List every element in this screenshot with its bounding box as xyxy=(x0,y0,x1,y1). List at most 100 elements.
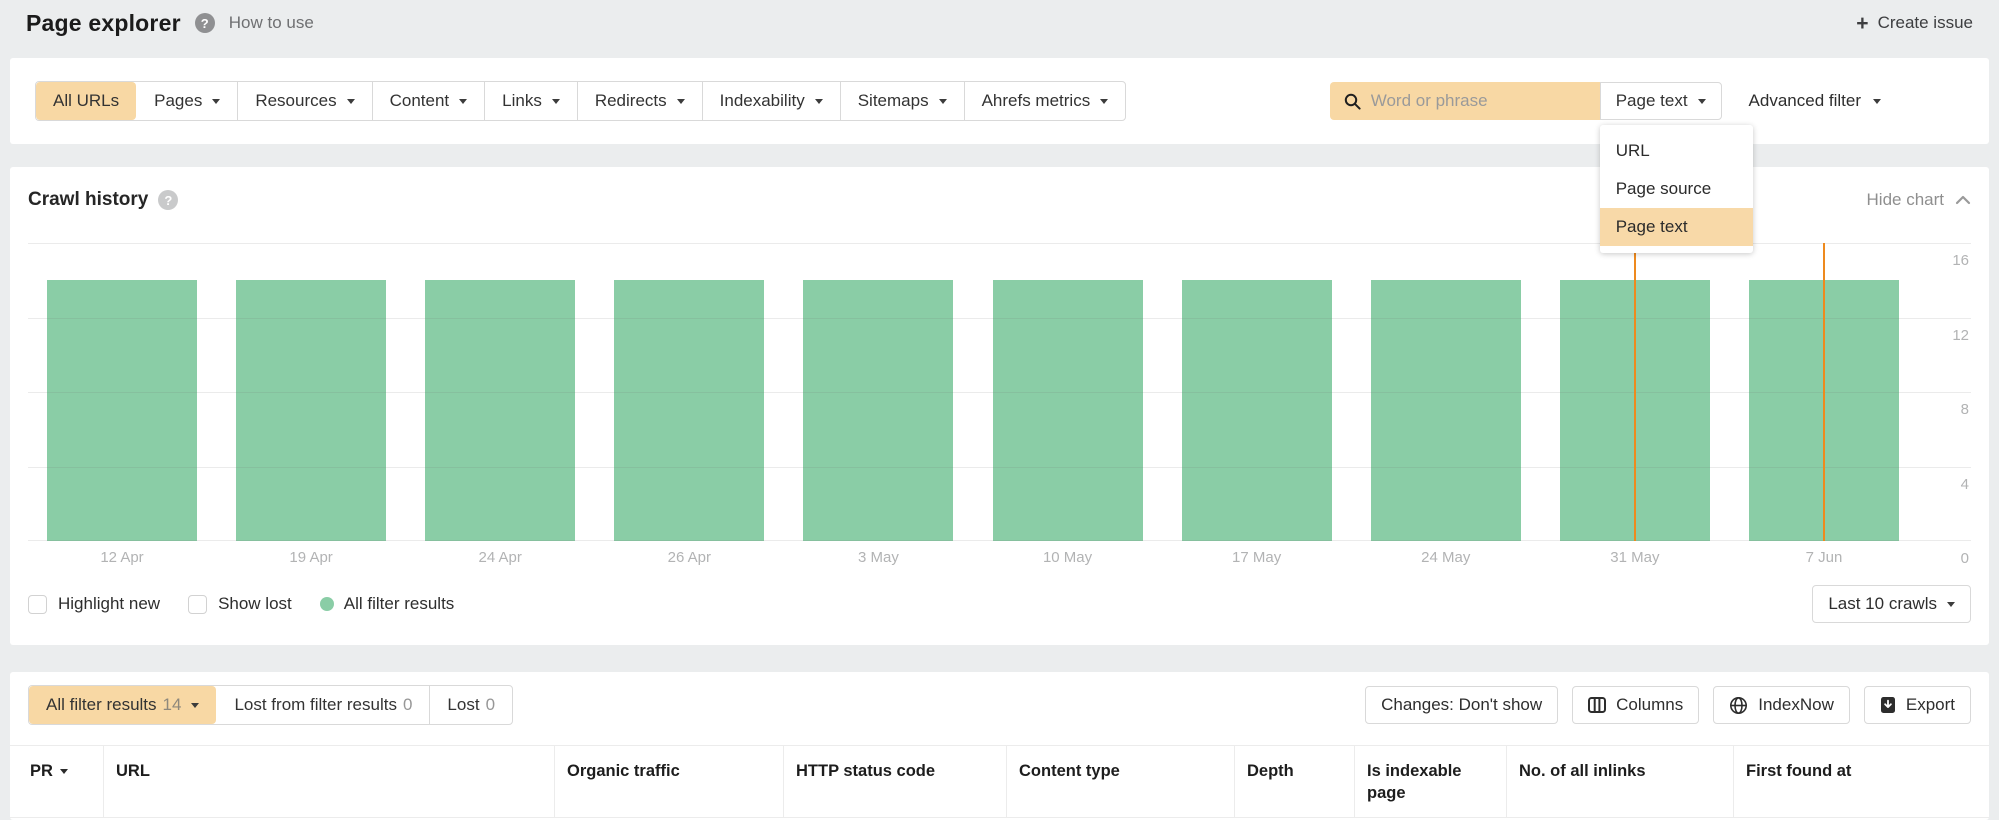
caret-down-icon xyxy=(1947,601,1955,607)
bar-fill xyxy=(614,280,765,541)
checkbox-icon[interactable] xyxy=(188,594,208,614)
filter-tab-redirects[interactable]: Redirects xyxy=(576,82,702,120)
filter-tab-label: Indexability xyxy=(719,91,805,110)
column-header-label: PR xyxy=(30,762,53,780)
caret-down-icon xyxy=(1873,98,1881,104)
results-tab-lost-from-filter-results[interactable]: Lost from filter results 0 xyxy=(216,686,429,724)
column-header-url[interactable]: URL xyxy=(103,746,554,817)
advanced-filter-label: Advanced filter xyxy=(1748,91,1861,110)
dropdown-item-page-text[interactable]: Page text xyxy=(1599,208,1753,246)
export-button[interactable]: Export xyxy=(1863,686,1971,724)
column-header-http-status-code[interactable]: HTTP status code xyxy=(783,746,1006,817)
dropdown-item-url[interactable]: URL xyxy=(1600,132,1753,170)
filter-tab-label: Resources xyxy=(255,91,337,110)
x-axis-label: 7 Jun xyxy=(1805,549,1843,566)
column-header-pr[interactable]: PR xyxy=(10,746,103,817)
question-circle-icon[interactable] xyxy=(158,190,179,210)
column-header-label: No. of all inlinks xyxy=(1519,762,1646,780)
caret-down-icon xyxy=(212,98,221,104)
filter-tab-label: Redirects xyxy=(594,91,667,110)
results-tab-label: Lost from filter results xyxy=(234,695,397,714)
filter-tab-label: All URLs xyxy=(53,91,120,110)
question-circle-icon[interactable] xyxy=(194,13,215,33)
column-header-label: Depth xyxy=(1247,762,1294,780)
export-icon xyxy=(1880,697,1895,713)
crawl-marker-line xyxy=(1633,243,1636,541)
gridline xyxy=(28,317,1971,319)
crawls-range-button[interactable]: Last 10 crawls xyxy=(1812,585,1971,623)
column-header-no-of-all-inlinks[interactable]: No. of all inlinks xyxy=(1506,746,1733,817)
crawl-marker-line xyxy=(1822,243,1825,541)
crawls-range-label: Last 10 crawls xyxy=(1828,594,1937,613)
column-header-label: HTTP status code xyxy=(796,762,936,780)
results-tab-count: 0 xyxy=(485,695,496,714)
indexnow-button[interactable]: IndexNow xyxy=(1713,686,1850,724)
search-icon xyxy=(1344,93,1361,110)
x-axis-label: 12 Apr xyxy=(100,549,144,566)
column-header-first-found-at[interactable]: First found at xyxy=(1733,746,1989,817)
column-header-is-indexable-page[interactable]: Is indexable page xyxy=(1354,746,1506,817)
results-tab-label: Lost xyxy=(447,695,480,714)
filter-tab-pages[interactable]: Pages xyxy=(136,82,237,120)
results-tab-lost[interactable]: Lost 0 xyxy=(429,686,512,724)
column-header-depth[interactable]: Depth xyxy=(1234,746,1354,817)
chart-footer: Highlight new Show lost All filter results… xyxy=(28,585,1971,623)
filter-tab-label: Pages xyxy=(154,91,203,110)
checkbox-highlight-new[interactable]: Highlight new xyxy=(28,594,160,614)
filter-tab-resources[interactable]: Resources xyxy=(237,82,371,120)
hide-chart-label: Hide chart xyxy=(1866,190,1944,209)
search-scope-label: Page text xyxy=(1615,91,1688,110)
url-filter-tab-group: All URLs Pages Resources Content Links Redire… xyxy=(35,81,1127,121)
legend-label: All filter results xyxy=(343,594,455,613)
advanced-filter-button[interactable]: Advanced filter xyxy=(1749,91,1881,111)
chevron-up-icon xyxy=(1955,195,1971,205)
filter-tab-ahrefs-metrics[interactable]: Ahrefs metrics xyxy=(963,82,1126,120)
checkbox-icon[interactable] xyxy=(28,594,47,614)
y-axis-label: 4 xyxy=(1960,475,1969,493)
create-issue-button[interactable]: Create issue xyxy=(1856,13,1973,34)
filter-tab-content[interactable]: Content xyxy=(371,82,485,120)
filter-tab-all-urls[interactable]: All URLs xyxy=(36,82,137,120)
results-tab-group: All filter results 14 Lost from filter res… xyxy=(28,685,514,725)
filter-tab-links[interactable]: Links xyxy=(484,82,577,120)
columns-icon xyxy=(1588,697,1607,713)
results-tab-all-filter-results[interactable]: All filter results 14 xyxy=(29,686,217,724)
x-axis-label: 17 May xyxy=(1232,549,1282,566)
filter-tab-sitemaps[interactable]: Sitemaps xyxy=(839,82,964,120)
hide-chart-button[interactable]: Hide chart xyxy=(1867,190,1971,210)
column-header-label: First found at xyxy=(1746,762,1852,780)
gridline xyxy=(28,392,1971,393)
search-scope-button[interactable]: Page text URL Page source Page text xyxy=(1599,82,1753,253)
table-controls: All filter results 14 Lost from filter res… xyxy=(28,685,1971,725)
caret-down-icon xyxy=(346,98,355,104)
filter-tab-indexability[interactable]: Indexability xyxy=(701,82,840,120)
bar-fill xyxy=(236,280,387,541)
y-axis-label: 0 xyxy=(1960,550,1969,567)
results-panel: All filter results 14 Lost from filter res… xyxy=(10,672,1989,820)
plus-icon xyxy=(1856,13,1868,34)
changes-don-t-show-button[interactable]: Changes: Don't show xyxy=(1365,686,1559,724)
columns-button[interactable]: Columns xyxy=(1572,686,1700,724)
how-to-use-link[interactable]: How to use xyxy=(229,13,314,33)
x-axis-label: 24 May xyxy=(1421,549,1471,566)
column-header-label: Is indexable page xyxy=(1367,762,1462,803)
search-box[interactable] xyxy=(1329,82,1600,120)
column-header-content-type[interactable]: Content type xyxy=(1006,746,1234,817)
bar-fill xyxy=(1181,280,1332,541)
filter-tab-label: Links xyxy=(502,91,542,110)
caret-down-icon xyxy=(814,98,823,104)
checkbox-show-lost[interactable]: Show lost xyxy=(188,594,292,614)
caret-down-icon xyxy=(1100,98,1109,104)
caret-down-icon xyxy=(551,98,560,104)
results-tab-label: All filter results xyxy=(46,695,157,714)
x-axis-label: 19 Apr xyxy=(289,549,333,566)
button-label: Export xyxy=(1905,695,1955,714)
search-group: Page text URLPage sourcePage text xyxy=(1329,82,1753,253)
chart-legend-row: Highlight new Show lost All filter results xyxy=(28,594,454,614)
column-header-organic-traffic[interactable]: Organic traffic xyxy=(554,746,783,817)
x-axis-label: 10 May xyxy=(1042,549,1093,566)
search-input[interactable] xyxy=(1370,91,1586,111)
button-label: Columns xyxy=(1616,695,1684,714)
dropdown-item-page-source[interactable]: Page source xyxy=(1600,170,1753,208)
bar-fill xyxy=(1370,280,1521,541)
